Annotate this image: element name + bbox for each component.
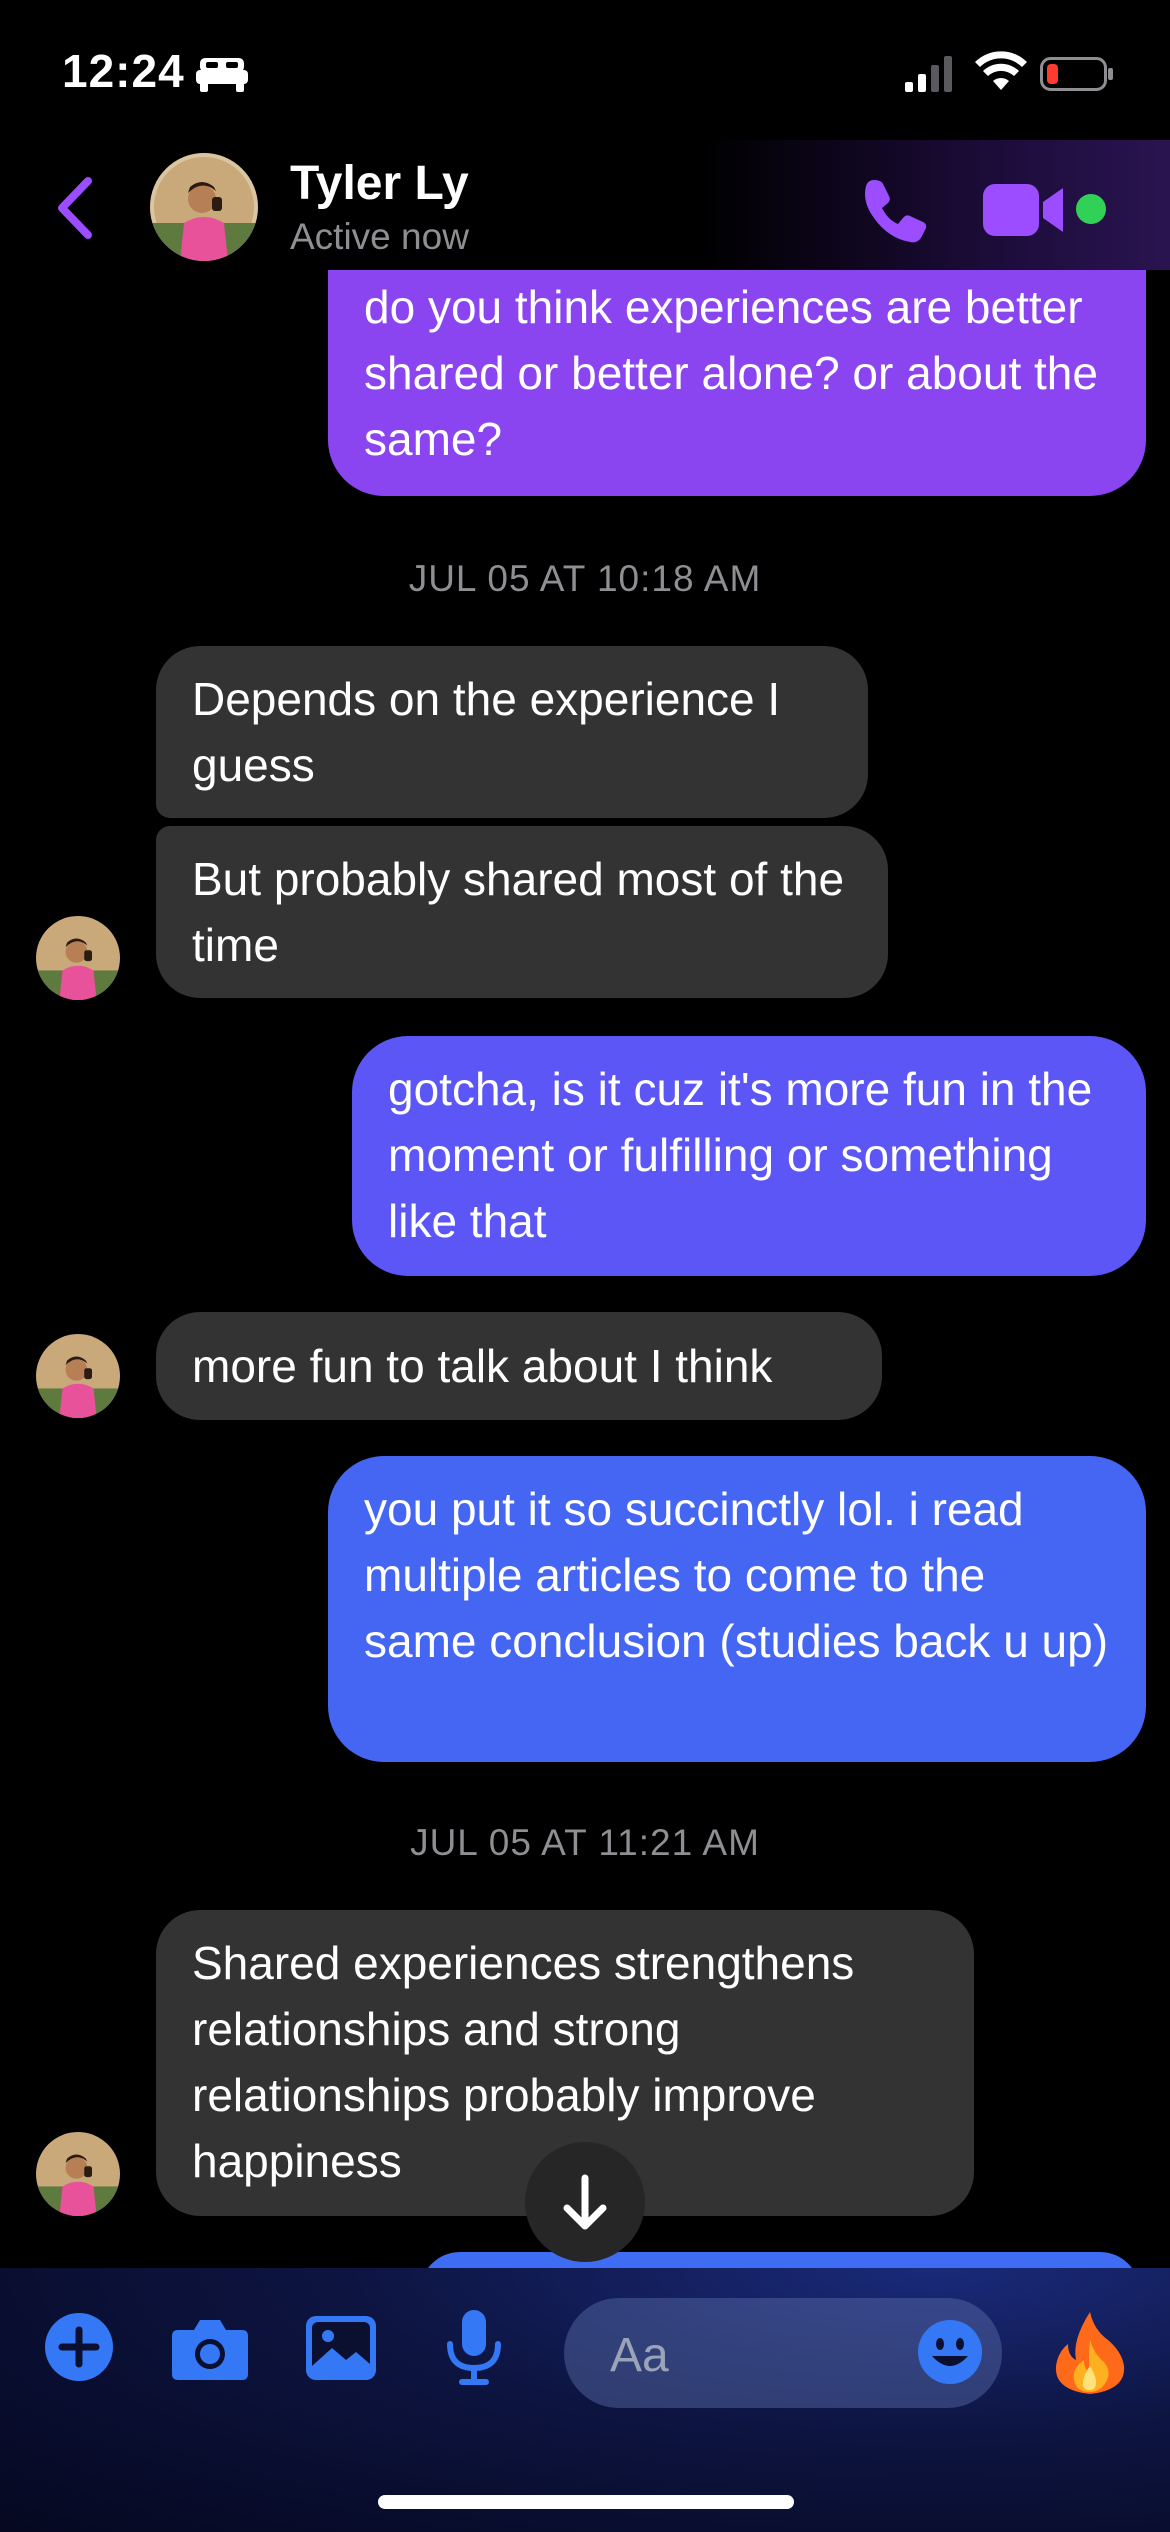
message-bubble-outgoing[interactable]: you put it so succinctly lol. i read mul… bbox=[328, 1456, 1146, 1762]
photo-icon[interactable] bbox=[306, 2316, 376, 2380]
timestamp: JUL 05 AT 10:18 AM bbox=[408, 558, 762, 599]
arrow-down-icon bbox=[563, 2174, 607, 2230]
phone-icon[interactable] bbox=[860, 176, 930, 246]
avatar-photo bbox=[150, 153, 258, 261]
message-text: more fun to talk about I think bbox=[192, 1340, 773, 1392]
message-input[interactable]: Aa bbox=[564, 2298, 1002, 2408]
message-text: But probably shared most of the time bbox=[192, 853, 845, 971]
back-chevron-icon[interactable] bbox=[50, 173, 100, 243]
message-text: Depends on the experience I guess bbox=[192, 673, 781, 791]
contact-name[interactable]: Tyler Ly bbox=[290, 156, 469, 211]
contact-status: Active now bbox=[290, 216, 469, 257]
video-camera-icon[interactable] bbox=[983, 180, 1065, 240]
message-bubble-incoming[interactable]: more fun to talk about I think bbox=[156, 1312, 882, 1420]
message-text: you put it so succinctly lol. i read mul… bbox=[364, 1483, 1109, 1667]
scroll-to-bottom-button[interactable] bbox=[525, 2142, 645, 2262]
microphone-icon[interactable] bbox=[446, 2310, 502, 2386]
chat-header: Tyler Ly Active now bbox=[0, 140, 1170, 270]
battery-low-icon bbox=[1040, 57, 1113, 91]
message-text: do you think experiences are better shar… bbox=[364, 281, 1098, 465]
contact-avatar[interactable] bbox=[150, 153, 258, 261]
message-thread[interactable]: do you think experiences are better shar… bbox=[0, 270, 1170, 2268]
timestamp: JUL 05 AT 11:21 AM bbox=[410, 1822, 760, 1863]
emoji-icon[interactable] bbox=[916, 2318, 984, 2386]
message-text: Shared experiences strengthens relations… bbox=[192, 1937, 855, 2187]
avatar-photo bbox=[36, 1334, 120, 1418]
message-bubble-outgoing[interactable]: gotcha, is it cuz it's more fun in the m… bbox=[352, 1036, 1146, 1276]
avatar-photo bbox=[36, 916, 120, 1000]
message-text: gotcha, is it cuz it's more fun in the m… bbox=[388, 1063, 1093, 1247]
cellular-signal-icon bbox=[905, 56, 952, 92]
avatar-photo bbox=[36, 2132, 120, 2216]
composer-bar: Aa bbox=[0, 2268, 1170, 2532]
online-dot bbox=[1076, 194, 1106, 224]
message-placeholder: Aa bbox=[610, 2329, 669, 2382]
home-indicator[interactable] bbox=[378, 2495, 794, 2509]
message-bubble-outgoing[interactable]: do you think experiences are better shar… bbox=[328, 270, 1146, 496]
wifi-icon bbox=[975, 51, 1027, 90]
plus-icon[interactable] bbox=[44, 2312, 114, 2382]
camera-icon[interactable] bbox=[172, 2316, 248, 2380]
status-bar: 12:24 bbox=[0, 0, 1170, 140]
status-time: 12:24 bbox=[62, 45, 185, 97]
sender-avatar[interactable] bbox=[36, 916, 120, 1000]
sleep-focus-icon bbox=[196, 58, 248, 92]
sender-avatar[interactable] bbox=[36, 1334, 120, 1418]
sender-avatar[interactable] bbox=[36, 2132, 120, 2216]
message-bubble-incoming[interactable]: But probably shared most of the time bbox=[156, 826, 888, 998]
fire-icon[interactable] bbox=[1050, 2310, 1130, 2396]
message-bubble-incoming[interactable]: Depends on the experience I guess bbox=[156, 646, 868, 818]
